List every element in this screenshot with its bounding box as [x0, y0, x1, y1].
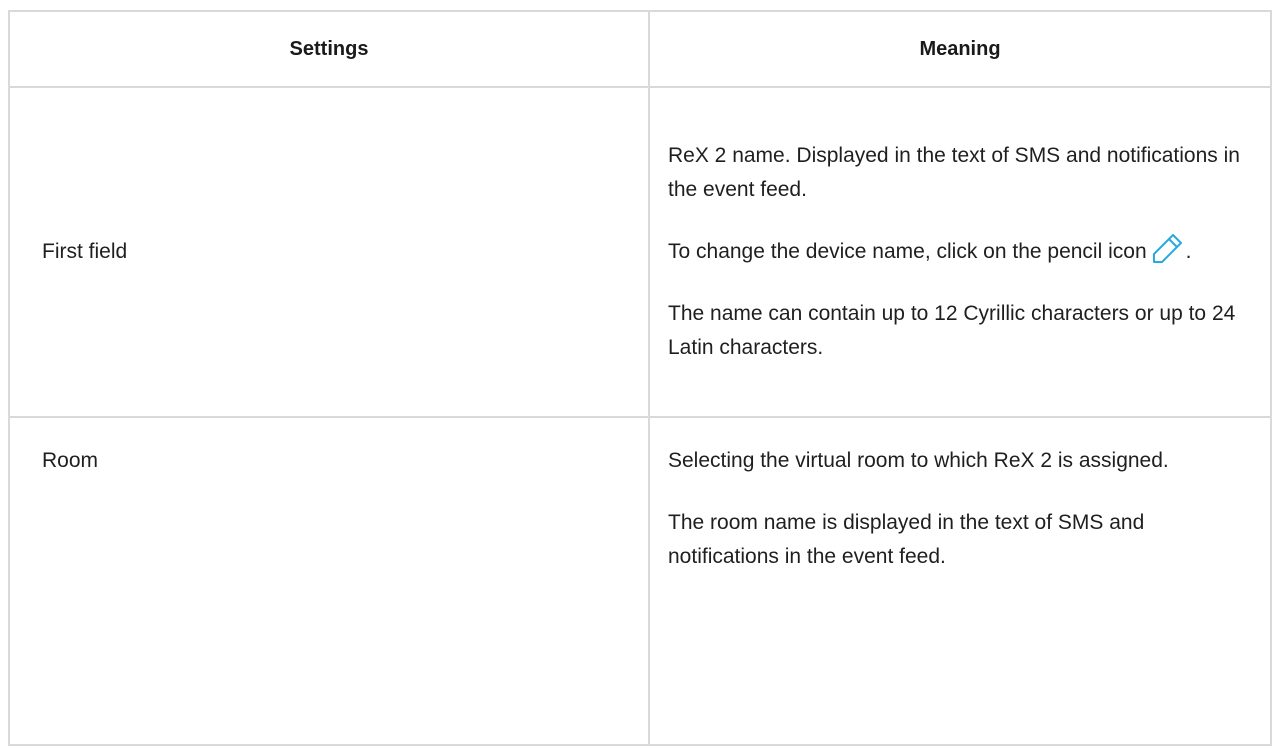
meaning-paragraph: The room name is displayed in the text o… — [668, 511, 1145, 568]
meaning-paragraph: Selecting the virtual room to which ReX … — [668, 449, 1169, 472]
setting-name-cell: Room — [8, 416, 650, 746]
meaning-paragraph: The name can contain up to 12 Cyrillic c… — [668, 302, 1236, 360]
header-meaning: Meaning — [648, 10, 1272, 88]
table-row-room: Room Selecting the virtual room to which… — [8, 416, 1272, 746]
header-settings: Settings — [8, 10, 650, 88]
meaning-text: To change the device name, click on the … — [668, 239, 1147, 263]
settings-table: Settings Meaning First field ReX 2 name.… — [8, 10, 1272, 746]
pencil-icon — [1151, 231, 1185, 265]
setting-name-cell: First field — [8, 86, 650, 418]
meaning-paragraph: ReX 2 name. Displayed in the text of SMS… — [668, 143, 1240, 201]
meaning-paragraph-with-icon: To change the device name, click on the … — [668, 234, 1240, 269]
setting-meaning-cell: ReX 2 name. Displayed in the text of SMS… — [648, 86, 1272, 418]
setting-meaning-cell: Selecting the virtual room to which ReX … — [648, 416, 1272, 746]
meaning-text-suffix: . — [1185, 239, 1192, 263]
table-row-first-field: First field ReX 2 name. Displayed in the… — [8, 86, 1272, 418]
table-header-row: Settings Meaning — [8, 10, 1272, 88]
table-header: Settings Meaning — [8, 10, 1272, 88]
